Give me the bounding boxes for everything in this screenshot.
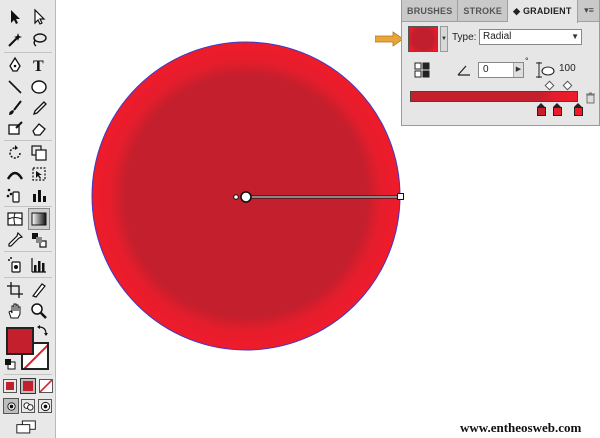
- angle-field[interactable]: 0 ▶: [478, 62, 524, 78]
- graph-tool-icon[interactable]: [28, 254, 50, 276]
- slice-tool-icon[interactable]: [28, 279, 50, 301]
- angle-value: 0: [483, 64, 489, 75]
- tab-stroke[interactable]: STROKE: [458, 0, 509, 22]
- gradient-stop[interactable]: [573, 103, 583, 116]
- gradient-type-select[interactable]: Radial ▼: [479, 29, 582, 45]
- paintbrush-tool-icon[interactable]: [4, 97, 26, 119]
- gradient-stop[interactable]: [536, 103, 546, 116]
- type-label: Type:: [452, 32, 477, 43]
- chevron-down-icon: ▼: [571, 32, 579, 41]
- gradient-center-dot[interactable]: [233, 194, 239, 200]
- tab-brushes[interactable]: BRUSHES: [402, 0, 459, 22]
- line-segment-tool-icon[interactable]: [4, 76, 26, 98]
- selection-tool-icon[interactable]: [4, 6, 26, 28]
- fill-swatch[interactable]: [6, 327, 34, 355]
- degree-symbol: °: [525, 56, 529, 66]
- gradient-midpoint[interactable]: [562, 80, 573, 91]
- gradient-midpoint[interactable]: [544, 80, 555, 91]
- gradient-stop[interactable]: [553, 103, 563, 116]
- none-mode-button[interactable]: [39, 379, 53, 393]
- gradient-panel: BRUSHES STROKE ◆ GRADIENT ▾≡ ▼ Type: Rad…: [401, 0, 600, 126]
- symbol-sprayer-tool-icon[interactable]: [4, 184, 26, 206]
- pen-tool-icon[interactable]: [4, 54, 26, 76]
- gradient-tool-icon[interactable]: [28, 208, 50, 230]
- gradient-mode-button[interactable]: [20, 378, 36, 394]
- magic-wand-tool-icon[interactable]: [4, 29, 26, 51]
- rotate-tool-icon[interactable]: [4, 142, 26, 164]
- aspect-value: 100: [559, 63, 576, 74]
- free-transform-tool-icon[interactable]: [28, 163, 50, 185]
- angle-icon: [457, 65, 470, 76]
- eyedropper-tool-icon[interactable]: [4, 229, 26, 251]
- svg-text:T: T: [33, 58, 44, 74]
- symbol-sprayer-alt-icon[interactable]: [4, 254, 26, 276]
- artboard-tool-icon[interactable]: [4, 279, 26, 301]
- scale-tool-icon[interactable]: [28, 142, 50, 164]
- lasso-tool-icon[interactable]: [28, 29, 50, 51]
- hand-tool-icon[interactable]: [4, 300, 26, 322]
- panel-tabs: BRUSHES STROKE ◆ GRADIENT: [402, 0, 599, 23]
- direct-selection-tool-icon[interactable]: [28, 6, 50, 28]
- mesh-tool-icon[interactable]: [4, 208, 26, 230]
- width-tool-icon[interactable]: [4, 163, 26, 185]
- type-tool-icon[interactable]: T: [28, 54, 50, 76]
- gradient-preset-dropdown-icon[interactable]: ▼: [440, 26, 448, 52]
- default-fill-stroke-icon[interactable]: [4, 358, 16, 370]
- gradient-slider[interactable]: [410, 91, 578, 102]
- aspect-ratio-icon: [536, 62, 555, 78]
- blend-tool-icon[interactable]: [28, 229, 50, 251]
- blob-brush-tool-icon[interactable]: [4, 117, 26, 139]
- swap-fill-stroke-icon[interactable]: [37, 324, 49, 336]
- gradient-end-handle[interactable]: [397, 193, 404, 200]
- watermark-text: www.entheosweb.com: [460, 420, 582, 435]
- column-graph-tool-icon[interactable]: [28, 184, 50, 206]
- aspect-ratio-field[interactable]: 100: [557, 62, 597, 78]
- zoom-tool-icon[interactable]: [28, 300, 50, 322]
- color-mode-button[interactable]: [3, 379, 17, 393]
- ellipse-tool-icon[interactable]: [28, 76, 50, 98]
- draw-behind-icon[interactable]: [21, 399, 35, 413]
- screen-mode-icon[interactable]: [14, 418, 40, 434]
- pencil-tool-icon[interactable]: [28, 97, 50, 119]
- angle-stepper-icon[interactable]: ▶: [513, 63, 523, 77]
- gradient-origin-handle[interactable]: [240, 191, 252, 203]
- eraser-tool-icon[interactable]: [28, 117, 50, 139]
- draw-inside-icon[interactable]: [38, 399, 52, 413]
- gradient-preview-swatch[interactable]: [408, 26, 438, 52]
- panel-menu-icon[interactable]: ▾≡: [583, 5, 595, 15]
- reverse-gradient-icon[interactable]: [414, 62, 430, 78]
- draw-normal-icon[interactable]: [3, 398, 19, 414]
- gradient-type-value: Radial: [483, 31, 512, 42]
- tools-panel: T: [0, 0, 56, 438]
- delete-stop-icon[interactable]: [585, 92, 596, 104]
- tab-gradient[interactable]: ◆ GRADIENT: [508, 0, 578, 23]
